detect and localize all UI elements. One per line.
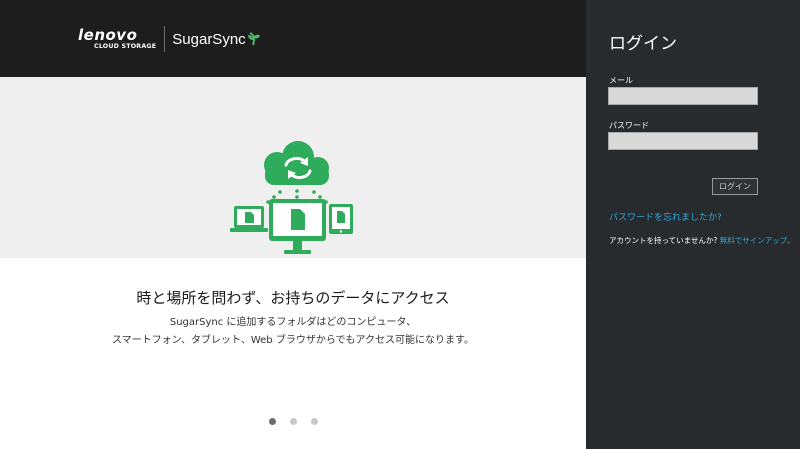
sugarsync-wordmark: SugarSync xyxy=(172,30,246,48)
main-content: 時と場所を問わず、お持ちのデータにアクセス SugarSync に追加するフォル… xyxy=(0,77,586,449)
no-account-line: アカウントを持っていませんか? 無料でサインアップ。 xyxy=(609,235,795,246)
brand-divider xyxy=(164,26,166,52)
password-field[interactable] xyxy=(608,132,758,150)
slide-dot-1[interactable] xyxy=(268,418,276,425)
signup-link[interactable]: 無料でサインアップ。 xyxy=(720,236,795,245)
no-account-text: アカウントを持っていませんか? xyxy=(609,236,718,245)
email-label: メール xyxy=(609,76,633,85)
slide-dot-2[interactable] xyxy=(289,418,297,425)
top-bar: lenovo CLOUD STORAGE SugarSync xyxy=(0,0,586,77)
lenovo-subtitle: CLOUD STORAGE xyxy=(94,42,157,50)
cloud-sync-devices-illustration xyxy=(230,141,353,254)
email-field[interactable] xyxy=(608,87,758,105)
login-title: ログイン xyxy=(609,34,677,54)
laptop-icon xyxy=(230,206,268,232)
lenovo-logo: lenovo CLOUD STORAGE xyxy=(78,25,164,50)
hero-description-line2: スマートフォン、タブレット、Web ブラウザからでもアクセス可能になります。 xyxy=(111,335,475,346)
hero-headline: 時と場所を問わず、お持ちのデータにアクセス xyxy=(136,289,450,307)
sugarsync-logo: SugarSync xyxy=(172,31,260,48)
tablet-icon xyxy=(329,204,353,234)
login-panel: ログイン メール パスワード ログイン パスワードを忘れましたか? アカウントを… xyxy=(586,0,800,449)
slide-indicators xyxy=(0,418,586,428)
leaf-icon xyxy=(247,32,260,46)
password-label: パスワード xyxy=(609,121,649,130)
desktop-monitor-icon xyxy=(269,199,326,254)
slide-dot-3[interactable] xyxy=(310,418,318,425)
lenovo-wordmark: lenovo xyxy=(78,25,138,44)
forgot-password-link[interactable]: パスワードを忘れましたか? xyxy=(609,210,722,223)
hero-description-line1: SugarSync に追加するフォルダはどのコンピュータ、 xyxy=(169,317,417,328)
login-button[interactable]: ログイン xyxy=(712,178,758,195)
brand-logos: lenovo CLOUD STORAGE SugarSync xyxy=(78,26,261,52)
